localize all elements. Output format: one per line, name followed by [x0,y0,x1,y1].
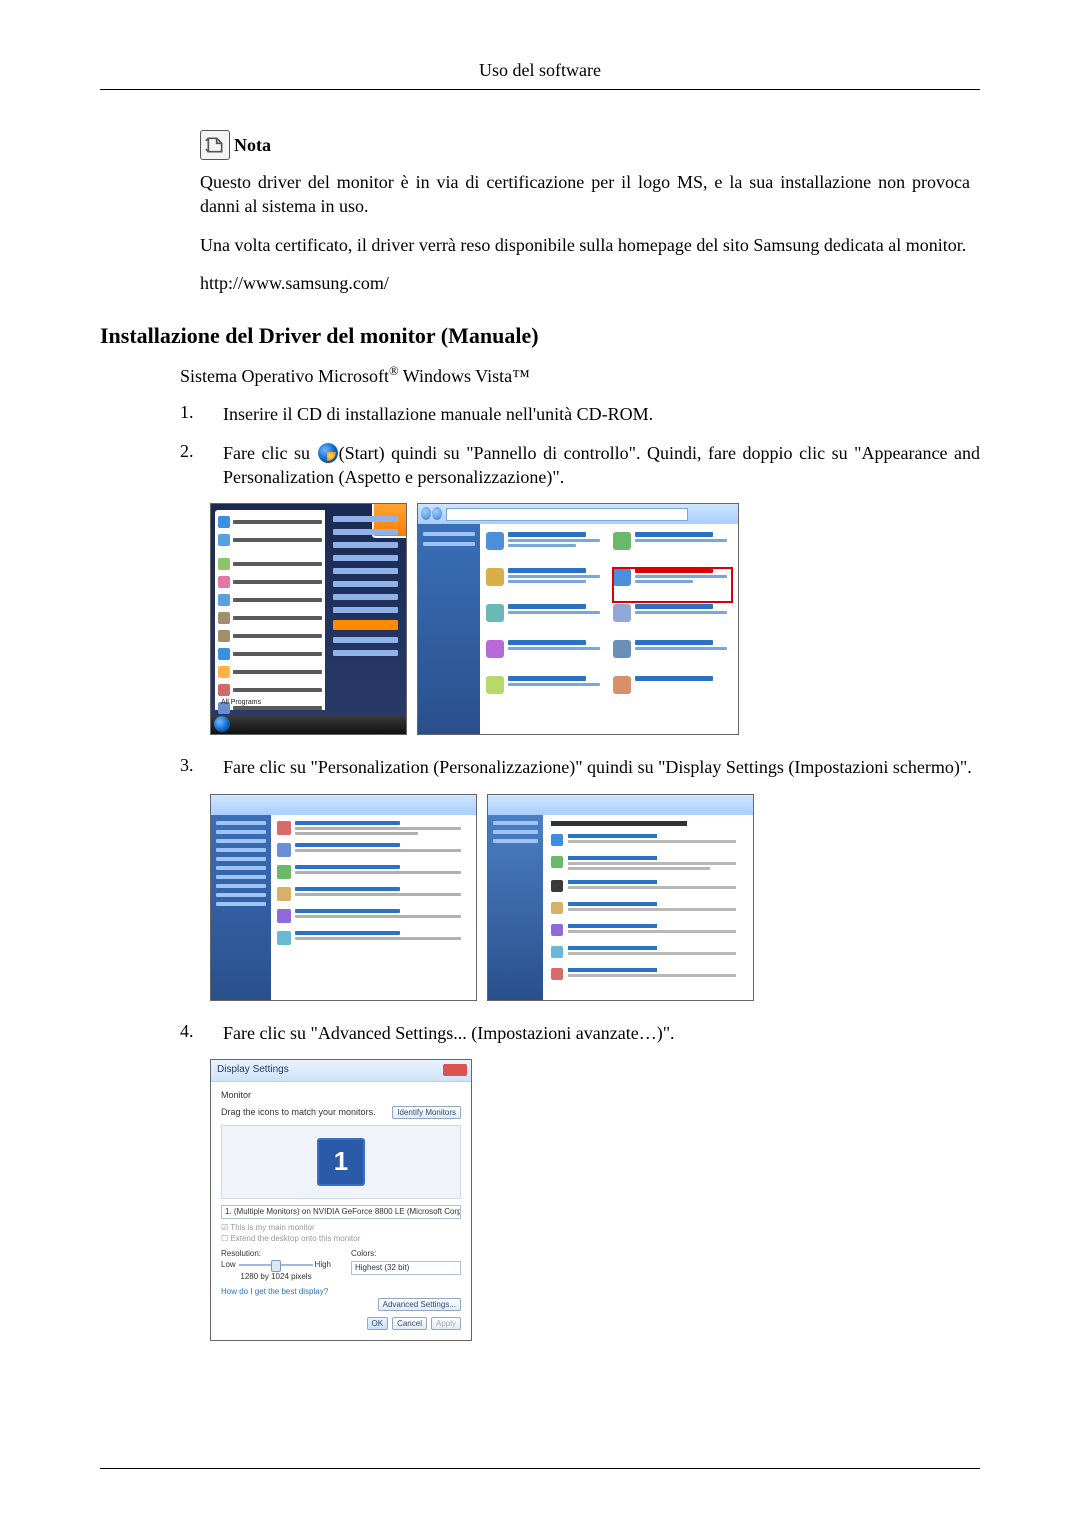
ds-monitor-preview[interactable]: 1 [221,1125,461,1199]
appear-heading [551,821,687,826]
appear-left-pane [488,815,543,1000]
cp-system-maintenance[interactable] [486,532,605,566]
advanced-settings-button[interactable]: Advanced Settings... [378,1298,461,1311]
cp-additional-options[interactable] [613,676,732,710]
ds-slider-high: High [315,1260,331,1269]
apply-button[interactable]: Apply [431,1317,461,1330]
cp-hardware-sound[interactable] [486,640,605,674]
ds-tab-monitor[interactable]: Monitor [221,1090,461,1100]
step-2-pre: Fare clic su [223,443,317,463]
start-menu-all-programs[interactable]: All Programs [221,699,261,706]
start-menu-control-panel-highlight[interactable] [333,620,398,630]
appear-item-color[interactable] [551,834,745,846]
cp-ease-of-access[interactable] [613,640,732,674]
appear-item-screensaver[interactable] [551,880,745,892]
step-2-text: Fare clic su (Start) quindi su "Pannello… [223,441,980,490]
screenshot-control-panel [417,503,739,735]
start-orb-icon [318,443,338,463]
ds-slider-low: Low [221,1260,236,1269]
pers-titlebar [211,795,476,816]
ds-titlebar: Display Settings [211,1060,471,1082]
appear-item-background[interactable] [551,856,745,870]
footer-divider [100,1468,980,1469]
pers-item-2[interactable] [277,843,470,857]
pers-item-1[interactable] [277,821,470,835]
cp-address-bar[interactable] [446,508,688,521]
pers-item-5[interactable] [277,909,470,923]
ds-drag-text: Drag the icons to match your monitors. [221,1107,376,1117]
cancel-button[interactable]: Cancel [392,1317,427,1330]
identify-monitors-button[interactable]: Identify Monitors [392,1106,461,1119]
ds-resolution-value: 1280 by 1024 pixels [221,1272,331,1281]
cp-user-accounts[interactable] [613,532,732,566]
step-1-number: 1. [180,402,205,426]
step-2-number: 2. [180,441,205,490]
note-label: Nota [234,135,271,156]
screenshot-start-menu: All Programs [210,503,407,735]
pers-body [271,815,476,1000]
step-3-text: Fare clic su "Personalization (Personali… [223,755,980,779]
appear-item-sounds[interactable] [551,902,745,914]
pers-item-6[interactable] [277,931,470,945]
cp-programs[interactable] [486,676,605,710]
ds-title-text: Display Settings [217,1064,289,1075]
ds-device-select[interactable]: 1. (Multiple Monitors) on NVIDIA GeForce… [221,1205,461,1219]
intro-suffix: Windows Vista™ [399,366,530,386]
cp-nav-buttons[interactable] [421,507,443,520]
pers-item-3[interactable] [277,865,470,879]
appear-item-mouse[interactable] [551,924,745,936]
cp-left-pane [418,524,480,734]
intro-prefix: Sistema Operativo Microsoft [180,366,389,386]
ds-resolution-label: Resolution: [221,1249,331,1258]
ds-resolution-slider[interactable]: Low High [221,1261,331,1269]
ok-button[interactable]: OK [367,1317,389,1330]
screenshot-personalization [210,794,477,1001]
pers-item-4[interactable] [277,887,470,901]
note-url: http://www.samsung.com/ [200,271,970,295]
cp-network-internet[interactable] [486,604,605,638]
step-4-text: Fare clic su "Advanced Settings... (Impo… [223,1021,980,1045]
ds-colors-select[interactable]: Highest (32 bit) [351,1261,461,1275]
cp-titlebar [418,504,738,525]
start-menu-left-pane: All Programs [215,510,325,710]
pers-left-pane [211,815,271,1000]
ds-check-extend[interactable]: ☐ Extend the desktop onto this monitor [221,1234,461,1243]
page-header: Uso del software [100,60,980,81]
close-icon[interactable] [443,1064,467,1076]
ds-monitor-1-icon[interactable]: 1 [317,1138,365,1186]
cp-appearance-personalization[interactable] [613,568,732,602]
screenshot-display-settings: Display Settings Monitor Drag the icons … [210,1059,472,1341]
header-divider [100,89,980,90]
cp-body [480,524,738,734]
screenshot-appearance [487,794,754,1001]
section-intro: Sistema Operativo Microsoft® Windows Vis… [180,363,980,388]
appear-item-display-settings[interactable] [551,968,745,980]
ds-colors-label: Colors: [351,1249,461,1258]
step-1-text: Inserire il CD di installazione manuale … [223,402,980,426]
appear-item-theme[interactable] [551,946,745,958]
ds-help-link[interactable]: How do I get the best display? [221,1287,328,1296]
section-title: Installazione del Driver del monitor (Ma… [100,323,980,349]
appear-titlebar [488,795,753,816]
note-icon [200,130,230,160]
note-paragraph-1: Questo driver del monitor è in via di ce… [200,170,970,219]
step-3-number: 3. [180,755,205,779]
note-paragraph-2: Una volta certificato, il driver verrà r… [200,233,970,257]
appear-body [543,815,753,1000]
cp-clock-language[interactable] [613,604,732,638]
start-menu-right-pane [329,510,402,710]
ds-check-main[interactable]: ☑ This is my main monitor [221,1223,461,1232]
step-4-number: 4. [180,1021,205,1045]
taskbar [211,716,406,734]
start-orb-icon[interactable] [214,716,230,732]
cp-security[interactable] [486,568,605,602]
